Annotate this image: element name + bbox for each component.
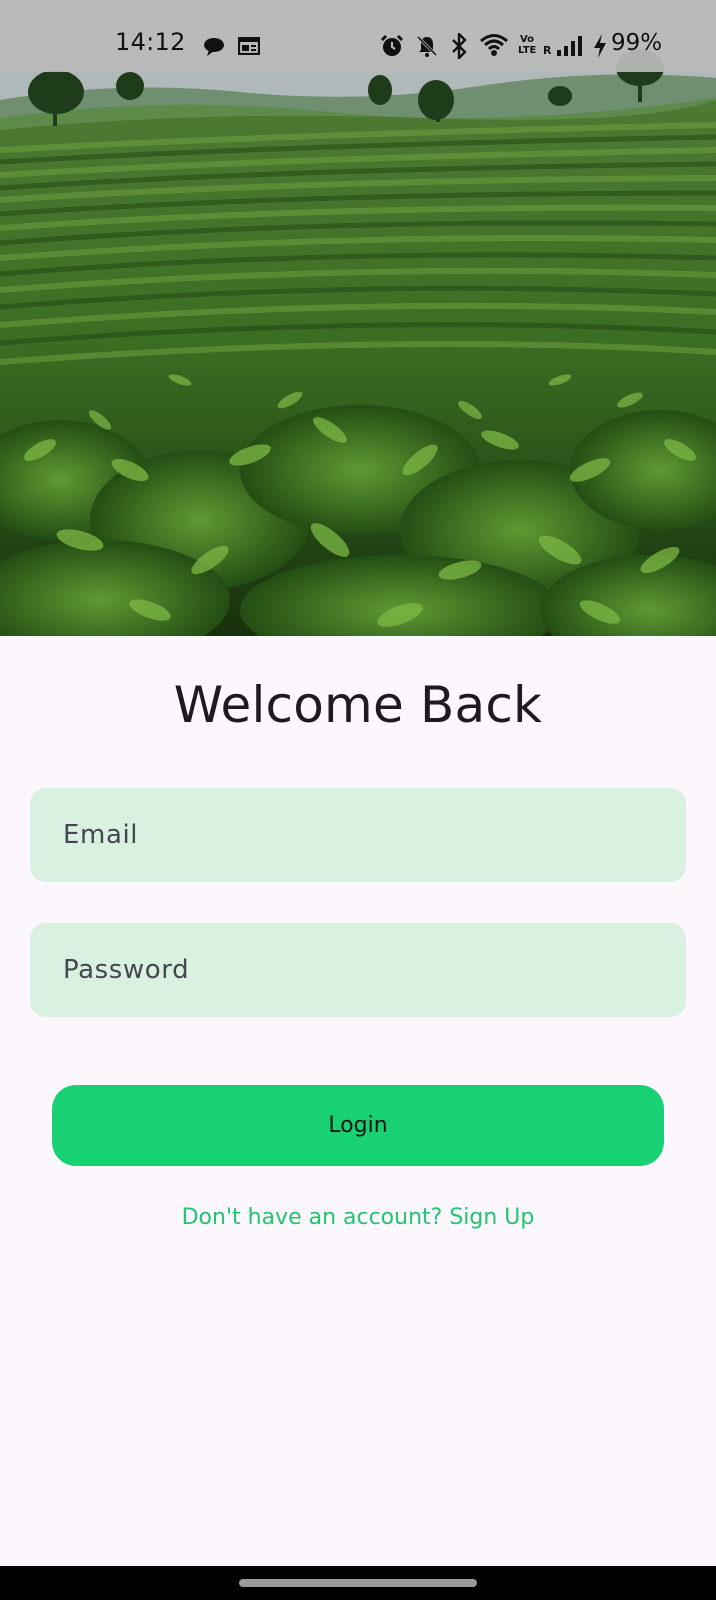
charging-bolt-icon (594, 34, 606, 58)
bluetooth-icon (452, 33, 467, 59)
login-button[interactable]: Login (52, 1085, 664, 1166)
bell-off-icon (416, 35, 438, 57)
email-field[interactable] (30, 788, 686, 882)
roaming-label: R (543, 44, 552, 57)
hero-image (0, 0, 716, 636)
status-bar: 14:12 Vo LTE R 99% (0, 0, 716, 72)
navigation-bar (0, 1566, 716, 1600)
page-title: Welcome Back (173, 676, 543, 734)
gesture-handle[interactable] (239, 1579, 477, 1587)
signup-link[interactable]: Don't have an account? Sign Up (0, 1205, 716, 1230)
news-icon (238, 37, 260, 55)
alarm-icon (380, 34, 404, 56)
status-time: 14:12 (115, 28, 186, 56)
password-field[interactable] (30, 923, 686, 1017)
roaming-r-icon: R (543, 44, 551, 57)
volte-label: Vo (519, 34, 535, 45)
lte-label: LTE (518, 45, 537, 56)
chat-bubble-icon (204, 38, 224, 56)
wifi-icon (480, 34, 508, 56)
signal-icon (557, 36, 582, 56)
volte-icon: Vo LTE (518, 34, 536, 58)
battery-percentage: 99% (611, 30, 663, 56)
